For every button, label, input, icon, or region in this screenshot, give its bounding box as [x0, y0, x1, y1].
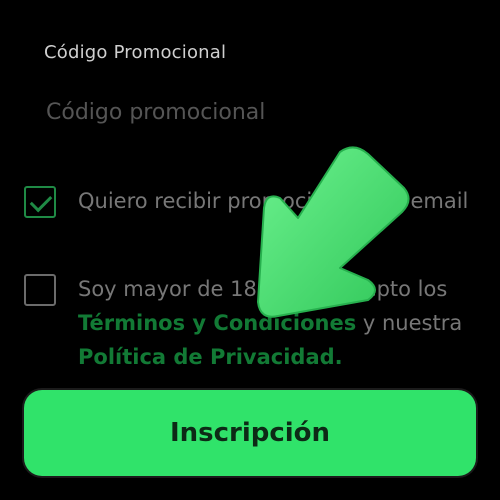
- email-optin-label: Quiero recibir promociones por email: [78, 189, 469, 213]
- privacy-link[interactable]: Política de Privacidad.: [78, 345, 343, 369]
- terms-link[interactable]: Términos y Condiciones: [78, 311, 356, 335]
- terms-label: Soy mayor de 18 años y acepto los Términ…: [78, 272, 488, 374]
- signup-button[interactable]: Inscripción: [24, 390, 476, 476]
- promo-code-input[interactable]: [30, 84, 470, 140]
- terms-checkbox[interactable]: [24, 274, 56, 306]
- terms-text-middle: y nuestra: [356, 311, 463, 335]
- promo-code-label: Código Promocional: [44, 42, 227, 63]
- terms-text-prefix: Soy mayor de 18 años y acepto los: [78, 277, 448, 301]
- email-optin-checkbox[interactable]: [24, 186, 56, 218]
